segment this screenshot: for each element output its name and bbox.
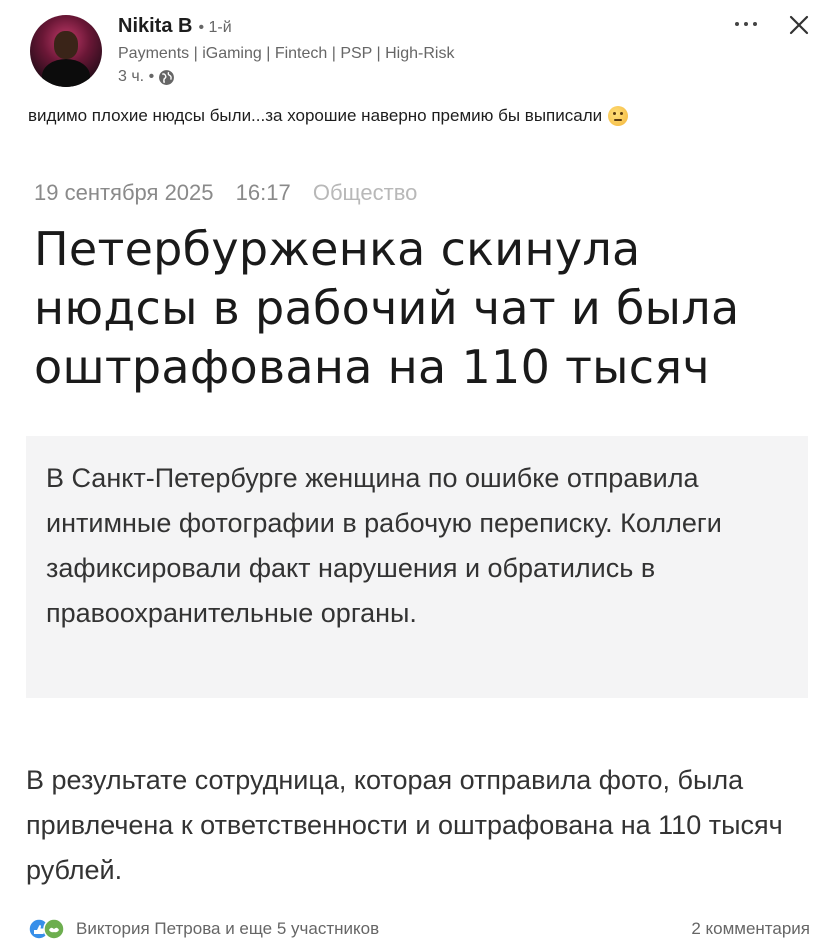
article-date: 19 сентября 2025 [34,180,214,205]
post-text-content: видимо плохие нюдсы были...за хорошие на… [28,106,603,125]
ellipsis-icon [735,22,757,26]
connection-degree: • 1-й [198,19,232,36]
article-category: Общество [312,180,418,205]
reaction-icons[interactable] [28,918,70,940]
author-headline: Payments | iGaming | Fintech | PSP | Hig… [118,45,455,62]
avatar-shoulders [42,59,90,87]
social-footer: Виктория Петрова и еще 5 участников 2 ко… [0,910,828,950]
article-lead: В Санкт-Петербурге женщина по ошибке отп… [46,463,722,628]
avatar-face [54,31,78,59]
article-screenshot[interactable]: 19 сентября 2025 16:17 Общество Петербур… [10,146,818,904]
thinking-face-icon [608,106,629,126]
post-time: 3 ч. • [118,68,155,85]
post-timestamp: 3 ч. • [118,68,175,86]
article-lead-box: В Санкт-Петербурге женщина по ошибке отп… [26,436,808,698]
close-icon [789,15,809,35]
close-button[interactable] [784,8,814,42]
article-title: Петербурженка скинула нюдсы в рабочий ча… [34,222,740,394]
reactions-summary[interactable]: Виктория Петрова и еще 5 участников [76,919,379,939]
article-meta: 19 сентября 2025 16:17 Общество [34,180,433,206]
comments-count[interactable]: 2 комментария [691,919,810,939]
post-text: видимо плохие нюдсы были...за хорошие на… [28,106,629,126]
more-options-button[interactable] [730,6,762,42]
post-header: Nikita B • 1-й Payments | iGaming | Fint… [0,0,828,100]
globe-icon [159,69,175,85]
author-avatar[interactable] [30,15,102,87]
article-time: 16:17 [235,180,291,205]
article-body: В результате сотрудница, которая отправи… [26,765,783,885]
author-line: Nikita B • 1-й [118,15,232,38]
author-name[interactable]: Nikita B [118,15,192,38]
